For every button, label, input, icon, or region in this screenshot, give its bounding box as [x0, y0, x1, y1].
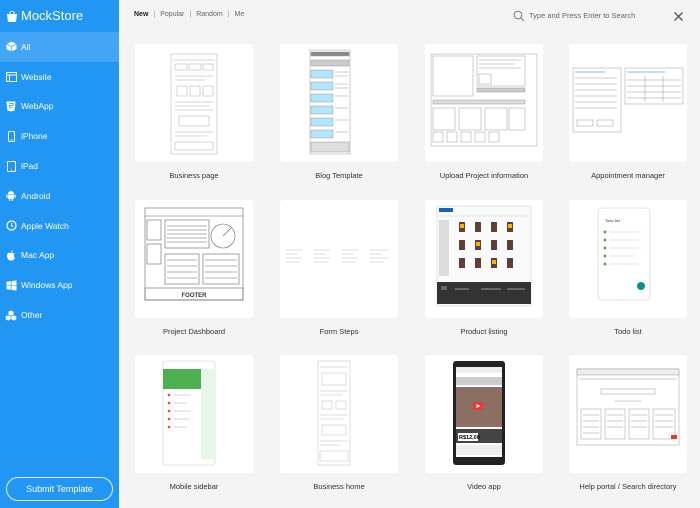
sidebar-item-label: Other — [21, 310, 43, 321]
sidebar-item-label: Apple Watch — [21, 220, 69, 231]
sidebar-item-ipad[interactable]: iPad — [0, 151, 119, 181]
divider: | — [189, 11, 192, 18]
sidebar-item-label: All — [21, 41, 31, 52]
watch-icon — [5, 220, 17, 232]
top-bar: New | Popular | Random | Me — [119, 0, 700, 31]
template-card-todo-list[interactable]: Todo list Todo list — [569, 200, 687, 336]
divider: | — [153, 11, 156, 18]
sidebar-item-other[interactable]: Other — [0, 300, 119, 330]
sidebar-item-iphone[interactable]: iPhone — [0, 121, 119, 151]
template-card-mobile-sidebar[interactable]: Mobile sidebar — [135, 355, 253, 491]
template-title: Mobile sidebar — [169, 482, 219, 491]
template-card-form-steps[interactable]: Form Steps — [280, 200, 398, 336]
apple-icon — [5, 249, 17, 261]
template-title: Business home — [313, 482, 365, 491]
search-icon[interactable] — [513, 9, 525, 22]
footer-text: FOOTER — [182, 293, 208, 299]
filter-tabs: New | Popular | Random | Me — [134, 11, 244, 18]
sidebar-item-label: Android — [21, 190, 51, 201]
template-title: Todo list — [614, 327, 642, 336]
sidebar-item-apple-watch[interactable]: Apple Watch — [0, 211, 119, 241]
template-title: Form Steps — [319, 327, 359, 336]
windows-icon — [5, 279, 17, 291]
template-card-help-portal-search-directory[interactable]: Help portal / Search directory — [569, 355, 687, 491]
filter-random[interactable]: Random — [196, 11, 222, 18]
template-title: Project Dashboard — [162, 327, 226, 336]
phone-icon — [5, 130, 17, 142]
sidebar-item-label: Website — [21, 71, 52, 82]
template-title: Upload Project information — [439, 171, 529, 180]
brand[interactable]: MockStore — [0, 0, 119, 31]
template-card-business-home[interactable]: Business home — [280, 355, 398, 491]
android-icon — [5, 190, 17, 202]
template-title: Help portal / Search directory — [579, 482, 677, 491]
template-card-project-dashboard[interactable]: FOOTER Project Dashboard — [135, 200, 253, 336]
template-card-blog-template[interactable]: Blog Template — [280, 44, 398, 180]
brand-name: MockStore — [21, 8, 84, 23]
template-card-product-listing[interactable]: Product listing — [425, 200, 543, 336]
sidebar-item-label: Windows App — [21, 280, 73, 291]
template-thumbnail[interactable]: R$12,00 — [425, 355, 543, 473]
template-thumbnail[interactable] — [280, 200, 398, 318]
template-card-business-page[interactable]: Business page — [135, 44, 253, 180]
sidebar-item-label: iPhone — [21, 131, 48, 142]
template-thumbnail[interactable] — [135, 44, 253, 162]
filter-new[interactable]: New — [134, 11, 148, 18]
template-title: Video app — [467, 482, 501, 491]
price-tag: R$12,00 — [459, 435, 480, 441]
sidebar-item-windows-app[interactable]: Windows App — [0, 270, 119, 300]
filter-me[interactable]: Me — [235, 11, 245, 18]
sidebar-nav: All Website WebApp iPhone iPad Android A… — [0, 32, 119, 330]
screen-title: Todo list — [605, 218, 621, 223]
template-title: Blog Template — [315, 171, 363, 180]
divider: | — [227, 11, 230, 18]
sidebar-item-label: WebApp — [21, 101, 54, 112]
filter-popular[interactable]: Popular — [160, 11, 184, 18]
sidebar-item-webapp[interactable]: WebApp — [0, 92, 119, 122]
template-thumbnail[interactable] — [425, 200, 543, 318]
template-thumbnail[interactable] — [569, 355, 687, 473]
template-card-appointment-manager[interactable]: Appointment manager — [569, 44, 687, 180]
template-card-video-app[interactable]: R$12,00 Video app — [425, 355, 543, 491]
cube-icon — [5, 41, 17, 53]
cubes-icon — [5, 309, 17, 321]
template-title: Product listing — [460, 327, 508, 336]
sidebar-item-label: Mac App — [21, 250, 55, 261]
template-card-upload-project-information[interactable]: Upload Project information — [425, 44, 543, 180]
template-thumbnail[interactable] — [280, 355, 398, 473]
sidebar-item-all[interactable]: All — [0, 32, 119, 62]
template-title: Appointment manager — [591, 171, 665, 180]
sidebar-item-mac-app[interactable]: Mac App — [0, 241, 119, 271]
template-title: Business page — [169, 171, 219, 180]
template-thumbnail[interactable]: FOOTER — [135, 200, 253, 318]
template-thumbnail[interactable] — [569, 44, 687, 162]
html5-icon — [5, 100, 17, 112]
template-thumbnail[interactable] — [425, 44, 543, 162]
sidebar-item-android[interactable]: Android — [0, 181, 119, 211]
sidebar: MockStore All Website WebApp iPhone iPad… — [0, 0, 119, 508]
submit-template-button[interactable]: Submit Template — [6, 477, 113, 501]
tablet-icon — [5, 160, 17, 172]
close-icon[interactable] — [673, 9, 684, 21]
template-thumbnail[interactable] — [135, 355, 253, 473]
sidebar-item-website[interactable]: Website — [0, 62, 119, 92]
sidebar-item-label: iPad — [21, 161, 39, 172]
template-thumbnail[interactable] — [280, 44, 398, 162]
browser-icon — [5, 71, 17, 83]
bag-icon — [6, 10, 18, 22]
template-thumbnail[interactable]: Todo list — [569, 200, 687, 318]
search-input[interactable] — [529, 8, 659, 22]
